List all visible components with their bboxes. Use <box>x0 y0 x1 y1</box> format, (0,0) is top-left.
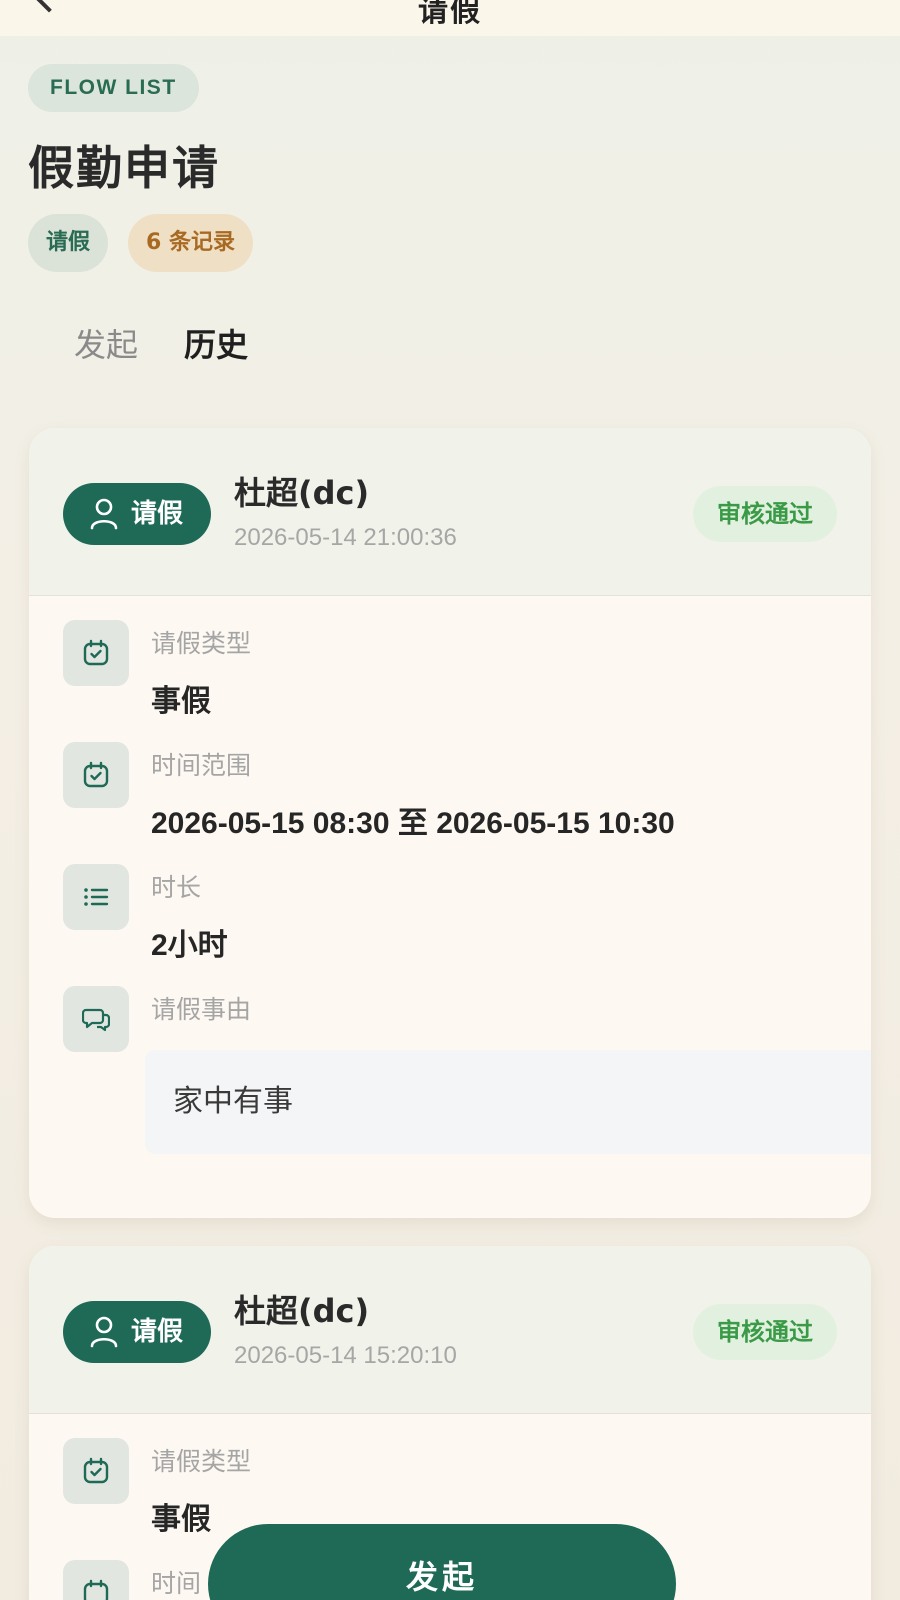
applicant-name: 杜超(dc) <box>234 474 370 512</box>
calendar-check-icon <box>63 620 129 686</box>
duration-value: 2小时 <box>151 929 228 962</box>
type-chip: 请假 <box>28 214 109 272</box>
record-type-pill: 请假 <box>63 1301 211 1363</box>
time-range-label: 时间 <box>151 1569 202 1598</box>
submit-time: 2026-05-14 21:00:36 <box>234 524 457 551</box>
leave-type-value: 事假 <box>151 1503 211 1536</box>
leave-type-value: 事假 <box>151 685 211 718</box>
leave-type-label: 请假类型 <box>151 629 252 658</box>
user-icon <box>90 1316 118 1348</box>
calendar-check-icon <box>63 1560 129 1600</box>
status-badge: 审核通过 <box>693 1304 837 1360</box>
record-type-label: 请假 <box>131 1317 184 1347</box>
chat-bubbles-icon <box>63 986 129 1052</box>
page-title: 假勤申请 <box>28 141 220 195</box>
reason-label: 请假事由 <box>151 995 252 1024</box>
time-range-label: 时间范围 <box>151 751 252 780</box>
flow-list-badge: FLOW LIST <box>28 64 199 112</box>
tab-start[interactable]: 发起 <box>74 320 138 366</box>
submit-time: 2026-05-14 15:20:10 <box>234 1342 457 1369</box>
calendar-check-icon <box>63 742 129 808</box>
reason-value: 家中有事 <box>173 1084 293 1119</box>
time-range-value: 2026-05-15 08:30 至 2026-05-15 10:30 <box>151 807 675 840</box>
record-card[interactable]: 请假 杜超(dc) 2026-05-14 21:00:36 审核通过 请假类型 … <box>29 428 871 1218</box>
start-request-button[interactable]: 发起 <box>208 1524 676 1600</box>
user-icon <box>90 498 118 530</box>
duration-label: 时长 <box>151 873 202 902</box>
record-type-label: 请假 <box>131 499 184 529</box>
record-card-header: 请假 杜超(dc) 2026-05-14 15:20:10 审核通过 <box>29 1246 871 1414</box>
applicant-name: 杜超(dc) <box>234 1292 370 1330</box>
record-count-chip: 6 条记录 <box>128 214 253 272</box>
record-type-pill: 请假 <box>63 483 211 545</box>
top-nav-bar: 请假 <box>0 0 900 36</box>
record-card-header: 请假 杜超(dc) 2026-05-14 21:00:36 审核通过 <box>29 428 871 596</box>
list-icon <box>63 864 129 930</box>
leave-type-label: 请假类型 <box>151 1447 252 1476</box>
status-badge: 审核通过 <box>693 486 837 542</box>
calendar-check-icon <box>63 1438 129 1504</box>
nav-title: 请假 <box>418 0 482 29</box>
reason-box: 家中有事 <box>145 1050 871 1154</box>
tab-history[interactable]: 历史 <box>184 320 248 366</box>
